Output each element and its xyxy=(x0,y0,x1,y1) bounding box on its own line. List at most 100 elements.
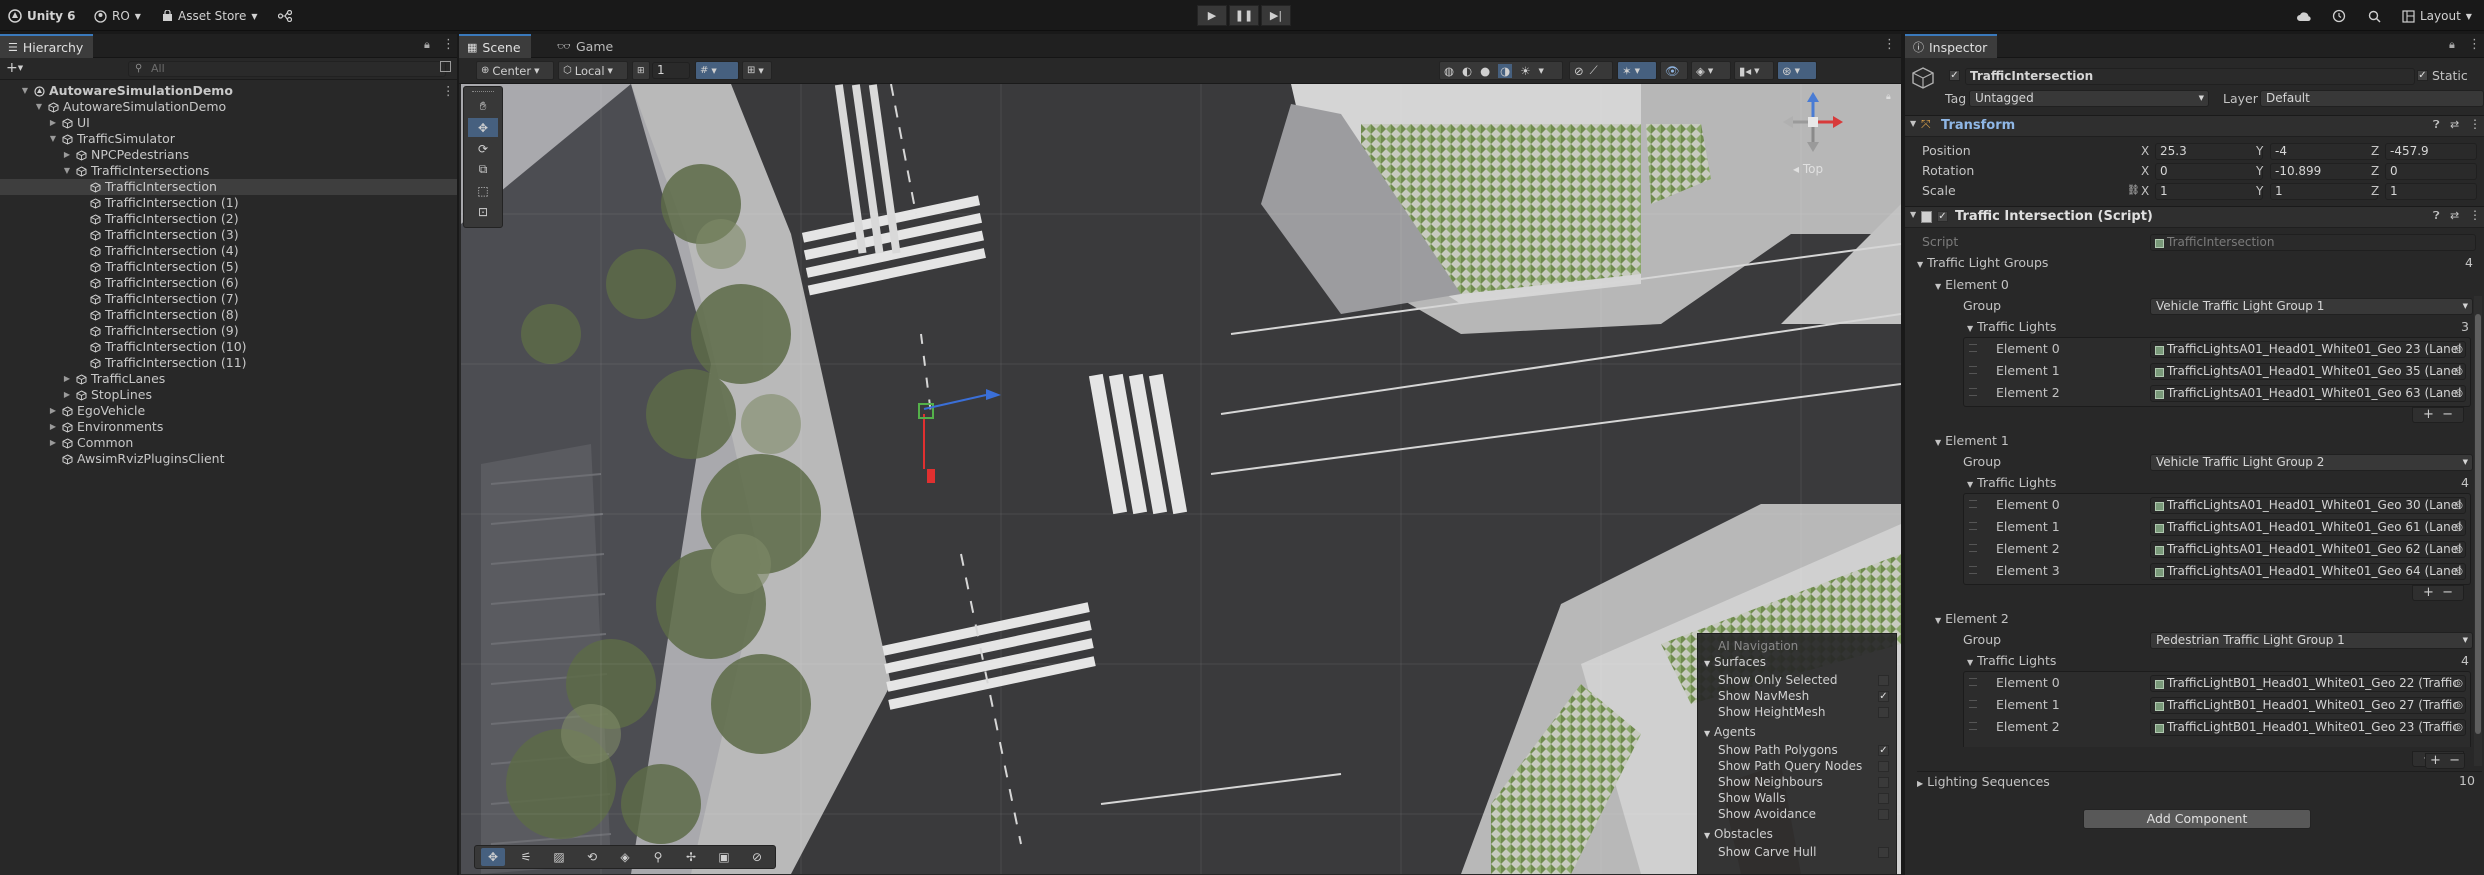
rotation-y-field[interactable]: -10.899 xyxy=(2270,163,2378,180)
hand-tool-button[interactable]: ✋︎ xyxy=(468,97,498,116)
hierarchy-item[interactable]: ▼ AutowareSimulationDemo xyxy=(0,99,457,115)
add-element-button[interactable]: + xyxy=(2430,753,2441,768)
chevron-down-icon[interactable]: ▼ xyxy=(20,83,30,99)
surfaces-section[interactable]: ▼ Surfaces xyxy=(1704,654,1766,670)
add-element-button[interactable]: + xyxy=(2423,407,2434,422)
more-options-icon[interactable]: ⋮ xyxy=(2469,117,2481,131)
agents-section[interactable]: ▼ Agents xyxy=(1704,724,1756,740)
object-picker-icon[interactable]: ◎ xyxy=(2454,676,2463,691)
chevron-right-icon[interactable]: ▶ xyxy=(48,115,58,131)
view-top-label[interactable]: ◂ Top xyxy=(1793,162,1823,176)
drag-handle-icon[interactable] xyxy=(1969,388,1977,396)
position-y-field[interactable]: -4 xyxy=(2270,143,2378,160)
hierarchy-item[interactable]: ▼ AutowareSimulationDemo ⋮ xyxy=(0,83,457,99)
remove-element-button[interactable]: − xyxy=(2442,585,2453,600)
more-options-icon[interactable]: ⋮ xyxy=(442,37,455,52)
hierarchy-item[interactable]: TrafficIntersection (10) xyxy=(0,339,457,355)
more-options-icon[interactable]: ⋮ xyxy=(2468,37,2481,52)
group-element-foldout[interactable]: ▼ Element 2 xyxy=(1935,609,2009,629)
hierarchy-item[interactable]: ▼ TrafficIntersections xyxy=(0,163,457,179)
unity-menu-button[interactable]: Unity 6 xyxy=(8,6,76,26)
obstacles-section[interactable]: ▼ Obstacles xyxy=(1704,826,1773,842)
tab-game[interactable]: 👓︎ Game xyxy=(549,34,623,58)
traffic-lights-foldout[interactable]: ▼ Traffic Lights xyxy=(1967,473,2056,493)
navmesh-bake-button[interactable]: ⚟ xyxy=(514,848,538,866)
globe-icon[interactable]: ◍ xyxy=(1444,64,1454,78)
object-picker-icon[interactable]: ◎ xyxy=(2454,720,2463,735)
group-dropdown[interactable]: Pedestrian Traffic Light Group 1 ▼ xyxy=(2150,632,2473,649)
more-options-icon[interactable]: ⋮ xyxy=(442,83,455,99)
hierarchy-item[interactable]: ▶ NPCPedestrians xyxy=(0,147,457,163)
hierarchy-item[interactable]: TrafficIntersection (4) xyxy=(0,243,457,259)
group-element-foldout[interactable]: ▼ Element 0 xyxy=(1935,275,2009,295)
hierarchy-item[interactable]: TrafficIntersection (7) xyxy=(0,291,457,307)
grid-snap-toggle[interactable]: ⊞ xyxy=(632,61,650,80)
traffic-light-object-field[interactable]: TrafficLightsA01_Head01_White01_Geo 62 (… xyxy=(2150,541,2466,558)
chevron-right-icon[interactable]: ▶ xyxy=(48,403,58,419)
move-tool-button[interactable]: ✥ xyxy=(468,118,498,137)
drag-handle-icon[interactable] xyxy=(1969,522,1977,530)
hierarchy-item[interactable]: TrafficIntersection (9) xyxy=(0,323,457,339)
hierarchy-item[interactable]: ▶ TrafficLanes xyxy=(0,371,457,387)
hierarchy-item[interactable]: ▶ UI xyxy=(0,115,457,131)
show-navmesh-checkbox[interactable]: ✓ xyxy=(1878,691,1889,702)
inspector-scrollbar[interactable] xyxy=(2474,296,2482,766)
fx-icon[interactable]: ⟋ xyxy=(1590,63,1598,78)
traffic-lights-foldout[interactable]: ▼ Traffic Lights xyxy=(1967,317,2056,337)
scene-visibility-toggle[interactable]: 👁︎ xyxy=(1660,61,1688,80)
tab-inspector[interactable]: ⓘ Inspector xyxy=(1905,34,1998,58)
play-button[interactable]: ▶ xyxy=(1197,5,1227,26)
object-picker-icon[interactable]: ◎ xyxy=(2454,698,2463,713)
help-icon[interactable]: ❓︎ xyxy=(2433,118,2440,132)
show-carve-hull-checkbox[interactable] xyxy=(1878,847,1889,858)
version-control-button[interactable] xyxy=(278,6,292,26)
preset-icon[interactable]: ⇄ xyxy=(2450,209,2459,222)
chevron-down-icon[interactable]: ▼ xyxy=(62,163,72,179)
history-button[interactable] xyxy=(2332,6,2346,26)
show-path-polygons-checkbox[interactable]: ✓ xyxy=(1878,745,1889,756)
show-neighbours-checkbox[interactable] xyxy=(1878,777,1889,788)
help-icon[interactable]: ❓︎ xyxy=(2433,209,2440,223)
filter-icon[interactable] xyxy=(440,61,451,72)
rect-tool-button[interactable]: ⬚ xyxy=(468,181,498,200)
navmesh-surface-button[interactable]: ▨ xyxy=(547,848,571,866)
overlay-handle[interactable] xyxy=(472,91,494,93)
navmesh-move2-button[interactable]: ✢ xyxy=(679,848,703,866)
scrollbar-thumb[interactable] xyxy=(2475,314,2481,734)
more-options-icon[interactable]: ⋮ xyxy=(1883,37,1896,52)
hierarchy-item[interactable]: TrafficIntersection (8) xyxy=(0,307,457,323)
rotate-tool-button[interactable]: ⟳ xyxy=(468,139,498,158)
pause-button[interactable]: ❚❚ xyxy=(1229,5,1259,26)
object-picker-icon[interactable]: ◎ xyxy=(2454,364,2463,379)
more-options-icon[interactable]: ⋮ xyxy=(2469,208,2481,222)
remove-element-button[interactable]: − xyxy=(2449,753,2460,768)
position-x-field[interactable]: 25.3 xyxy=(2155,143,2263,160)
add-component-button[interactable]: Add Component xyxy=(2083,809,2311,829)
scale-y-field[interactable]: 1 xyxy=(2270,183,2378,200)
chevron-down-icon[interactable]: ▼ xyxy=(34,99,44,115)
transform-tool-button[interactable]: ⊡ xyxy=(468,202,498,221)
chevron-right-icon[interactable]: ▶ xyxy=(62,387,72,403)
step-button[interactable]: ▶| xyxy=(1261,5,1291,26)
lock-icon[interactable]: 🔒︎ xyxy=(2449,38,2455,52)
gizmos-dropdown[interactable]: ⊛ ▼ xyxy=(1777,61,1817,80)
layout-dropdown[interactable]: Layout ▼ xyxy=(2402,6,2472,26)
link-icon[interactable]: ⛓︎ xyxy=(2127,185,2140,196)
object-picker-icon[interactable]: ◎ xyxy=(2454,542,2463,557)
tag-dropdown[interactable]: Untagged ▼ xyxy=(1969,90,2209,107)
drag-handle-icon[interactable] xyxy=(1969,722,1977,730)
traffic-light-object-field[interactable]: TrafficLightB01_Head01_White01_Geo 23 (T… xyxy=(2150,719,2466,736)
navmesh-obstacle-button[interactable]: ▣ xyxy=(712,848,736,866)
unlit-sphere-icon[interactable]: ◑ xyxy=(1498,63,1513,78)
traffic-intersection-header[interactable]: ▼ ✓ Traffic Intersection (Script) ❓︎ ⇄ ⋮ xyxy=(1905,206,2484,228)
drag-handle-icon[interactable] xyxy=(1969,344,1977,352)
traffic-lights-foldout[interactable]: ▼ Traffic Lights xyxy=(1967,651,2056,671)
account-button[interactable]: RO ▼ xyxy=(94,6,141,26)
search-button[interactable] xyxy=(2368,6,2381,26)
scene-viewport[interactable]: ◂ Top 🔒︎ xyxy=(461,84,1901,874)
drag-handle-icon[interactable] xyxy=(1969,700,1977,708)
hierarchy-item[interactable]: TrafficIntersection (6) xyxy=(0,275,457,291)
chevron-right-icon[interactable]: ▶ xyxy=(62,147,72,163)
hierarchy-item[interactable]: TrafficIntersection (11) xyxy=(0,355,457,371)
component-enabled-checkbox[interactable]: ✓ xyxy=(1937,211,1948,222)
